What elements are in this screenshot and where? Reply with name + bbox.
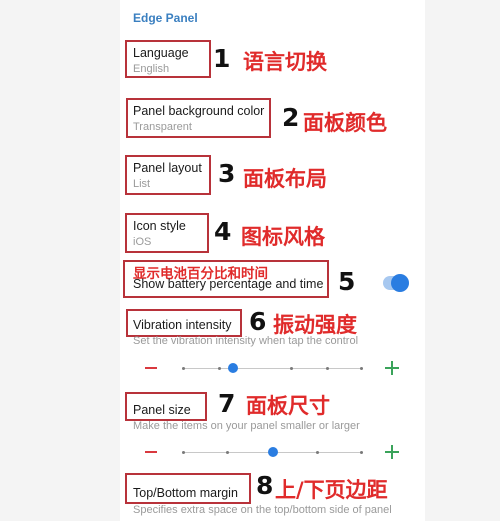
annotation-label-4: 图标风格: [241, 225, 325, 249]
minus-icon[interactable]: [145, 367, 157, 369]
panel-layout-value: List: [133, 178, 151, 190]
slider-tick: [182, 451, 185, 454]
annotation-number-8: 8: [256, 471, 274, 500]
slider-tick: [360, 451, 363, 454]
plus-icon[interactable]: [385, 361, 399, 375]
slider-tick: [218, 367, 221, 370]
vibration-description: Set the vibration intensity when tap the…: [133, 335, 359, 347]
panel-size-slider-thumb[interactable]: [268, 447, 278, 457]
annotation-label-3: 面板布局: [243, 167, 327, 191]
panel-background-color-setting[interactable]: Panel background color: [133, 104, 264, 118]
icon-style-value: iOS: [133, 236, 152, 248]
vibration-slider-track[interactable]: [183, 368, 363, 369]
panel-layout-setting[interactable]: Panel layout: [133, 161, 202, 175]
annotation-number-6: 6: [249, 307, 267, 336]
annotation-label-1: 语言切换: [243, 50, 327, 74]
annotation-number-7: 7: [218, 389, 236, 418]
top-bottom-margin-setting: Top/Bottom margin: [133, 486, 238, 500]
battery-toggle-knob[interactable]: [391, 274, 409, 292]
panel-background-color-value: Transparent: [133, 121, 192, 133]
annotation-number-5: 5: [338, 267, 356, 296]
show-battery-setting[interactable]: Show battery percentage and time: [133, 277, 323, 291]
vibration-intensity-setting: Vibration intensity: [133, 318, 232, 332]
plus-icon[interactable]: [385, 445, 399, 459]
annotation-number-3: 3: [218, 159, 236, 188]
language-value: English: [133, 63, 170, 75]
language-setting[interactable]: Language: [133, 46, 189, 60]
slider-tick: [226, 451, 229, 454]
icon-style-setting[interactable]: Icon style: [133, 219, 186, 233]
slider-tick: [326, 367, 329, 370]
annotation-number-1: 1: [213, 44, 231, 73]
annotation-number-2: 2: [282, 103, 300, 132]
annotation-label-7: 面板尺寸: [246, 394, 330, 418]
minus-icon[interactable]: [145, 451, 157, 453]
slider-tick: [360, 367, 363, 370]
slider-tick: [316, 451, 319, 454]
annotation-label-2: 面板颜色: [303, 111, 387, 135]
annotation-number-4: 4: [214, 217, 232, 246]
panel-size-setting: Panel size: [133, 403, 191, 417]
top-bottom-margin-description: Specifies extra space on the top/bottom …: [133, 504, 392, 516]
section-title: Edge Panel: [133, 11, 198, 25]
panel-size-description: Make the items on your panel smaller or …: [133, 420, 360, 432]
slider-tick: [182, 367, 185, 370]
slider-tick: [290, 367, 293, 370]
annotation-label-8: 上/下页边距: [275, 478, 388, 502]
